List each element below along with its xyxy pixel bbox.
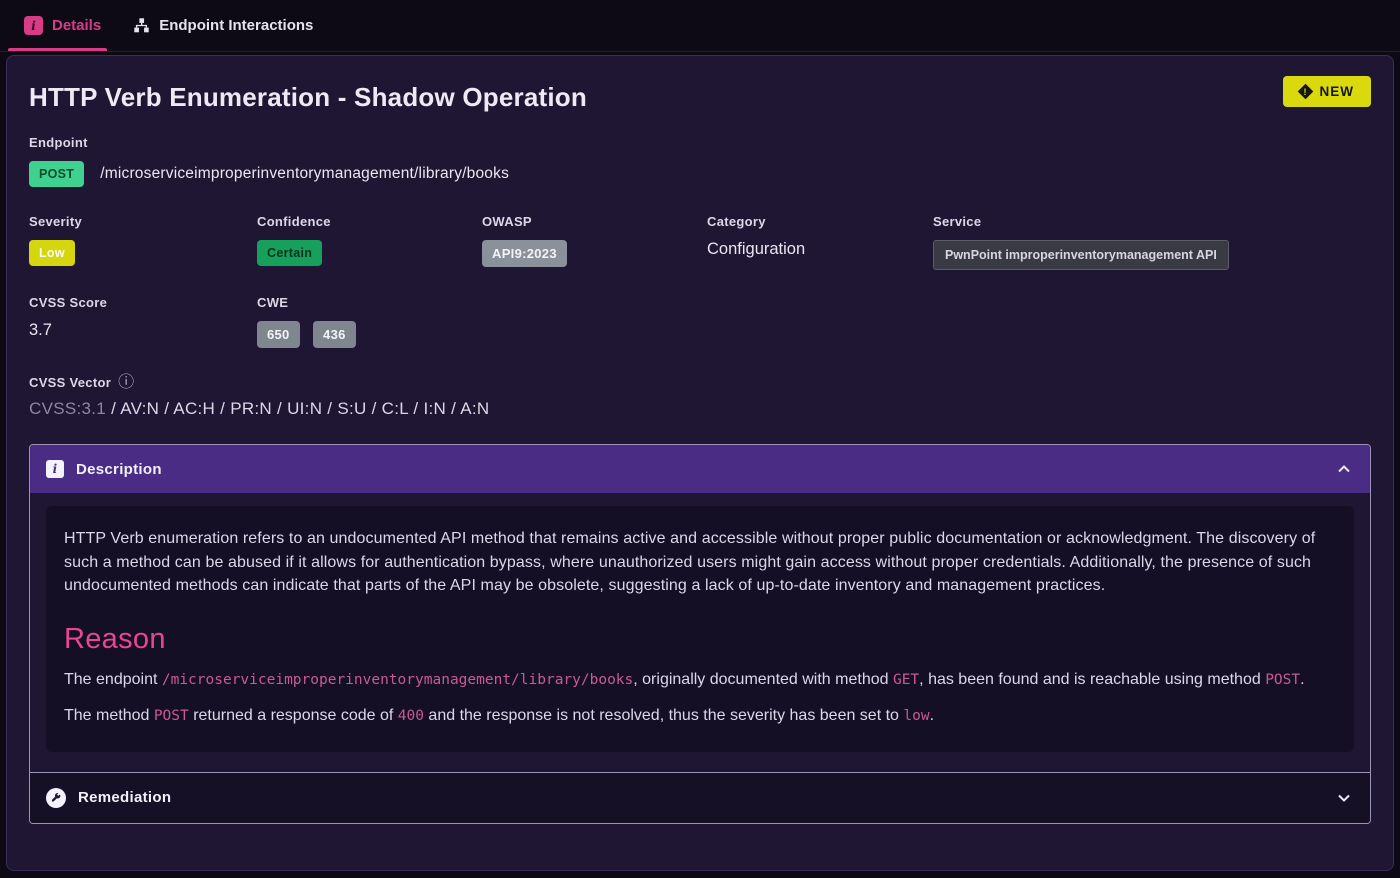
cvss-vector-block: CVSS Vector ⓘ CVSS:3.1 / AV:N / AC:H / P…	[29, 374, 1371, 419]
reason-paragraph: The method POST returned a response code…	[64, 704, 1336, 728]
reason-heading: Reason	[64, 623, 1336, 656]
endpoint-path: /microserviceimproperinventorymanagement…	[100, 165, 509, 183]
collapsible-sections: i Description HTTP Verb enumeration refe…	[29, 444, 1371, 824]
endpoint-label: Endpoint	[29, 135, 1371, 150]
sitemap-icon	[133, 17, 150, 34]
field-cwe: CWE 650 436	[257, 295, 482, 348]
info-icon: i	[24, 16, 43, 35]
field-cvss-score: CVSS Score 3.7	[29, 295, 257, 348]
chevron-down-icon[interactable]	[1334, 788, 1354, 808]
severity-label: Severity	[29, 214, 257, 229]
cvss-vector-prefix: CVSS:3.1	[29, 399, 106, 418]
new-status-badge[interactable]: ! NEW	[1283, 76, 1372, 107]
category-label: Category	[707, 214, 933, 229]
owasp-badge: API9:2023	[482, 240, 567, 267]
finding-detail-card: HTTP Verb Enumeration - Shadow Operation…	[6, 55, 1394, 871]
chevron-up-icon[interactable]	[1334, 459, 1354, 479]
info-icon: i	[46, 460, 64, 478]
tab-endpoint-interactions[interactable]: Endpoint Interactions	[117, 0, 329, 51]
tab-details[interactable]: i Details	[8, 0, 117, 51]
cwe-badge: 650	[257, 321, 300, 348]
cwe-badge: 436	[313, 321, 356, 348]
http-method-badge: POST	[29, 161, 84, 187]
cvss-score-value: 3.7	[29, 321, 52, 339]
category-value: Configuration	[707, 240, 805, 258]
cwe-label: CWE	[257, 295, 482, 310]
wrench-icon	[46, 788, 66, 808]
tab-bar: i Details Endpoint Interactions	[0, 0, 1400, 52]
diamond-exclamation-icon: !	[1297, 84, 1313, 100]
field-owasp: OWASP API9:2023	[482, 214, 707, 270]
reason-paragraph: The endpoint /microserviceimproperinvent…	[64, 668, 1336, 692]
page-title: HTTP Verb Enumeration - Shadow Operation	[29, 76, 587, 113]
description-text: HTTP Verb enumeration refers to an undoc…	[64, 527, 1336, 598]
new-badge-label: NEW	[1320, 84, 1355, 99]
description-section-header[interactable]: i Description	[30, 445, 1370, 493]
remediation-section-title: Remediation	[78, 789, 171, 806]
field-confidence: Confidence Certain	[257, 214, 482, 270]
service-badge: PwnPoint improperinventorymanagement API	[933, 240, 1229, 270]
field-service: Service PwnPoint improperinventorymanage…	[933, 214, 1371, 270]
cvss-vector-value: CVSS:3.1 / AV:N / AC:H / PR:N / UI:N / S…	[29, 399, 1371, 419]
confidence-badge: Certain	[257, 240, 322, 266]
cvss-vector-rest: / AV:N / AC:H / PR:N / UI:N / S:U / C:L …	[106, 399, 489, 418]
description-section-body: HTTP Verb enumeration refers to an undoc…	[30, 493, 1370, 772]
tab-details-label: Details	[52, 17, 101, 34]
info-circle-icon[interactable]: ⓘ	[118, 374, 134, 390]
service-label: Service	[933, 214, 1371, 229]
owasp-label: OWASP	[482, 214, 707, 229]
field-severity: Severity Low	[29, 214, 257, 270]
description-section-title: Description	[76, 461, 162, 478]
cvss-vector-label: CVSS Vector	[29, 375, 111, 390]
field-category: Category Configuration	[707, 214, 933, 270]
remediation-section-header[interactable]: Remediation	[30, 772, 1370, 823]
cvss-score-label: CVSS Score	[29, 295, 257, 310]
confidence-label: Confidence	[257, 214, 482, 229]
fields-grid: Severity Low Confidence Certain OWASP AP…	[29, 214, 1371, 348]
severity-badge: Low	[29, 240, 75, 266]
tab-endpoint-interactions-label: Endpoint Interactions	[159, 17, 313, 34]
